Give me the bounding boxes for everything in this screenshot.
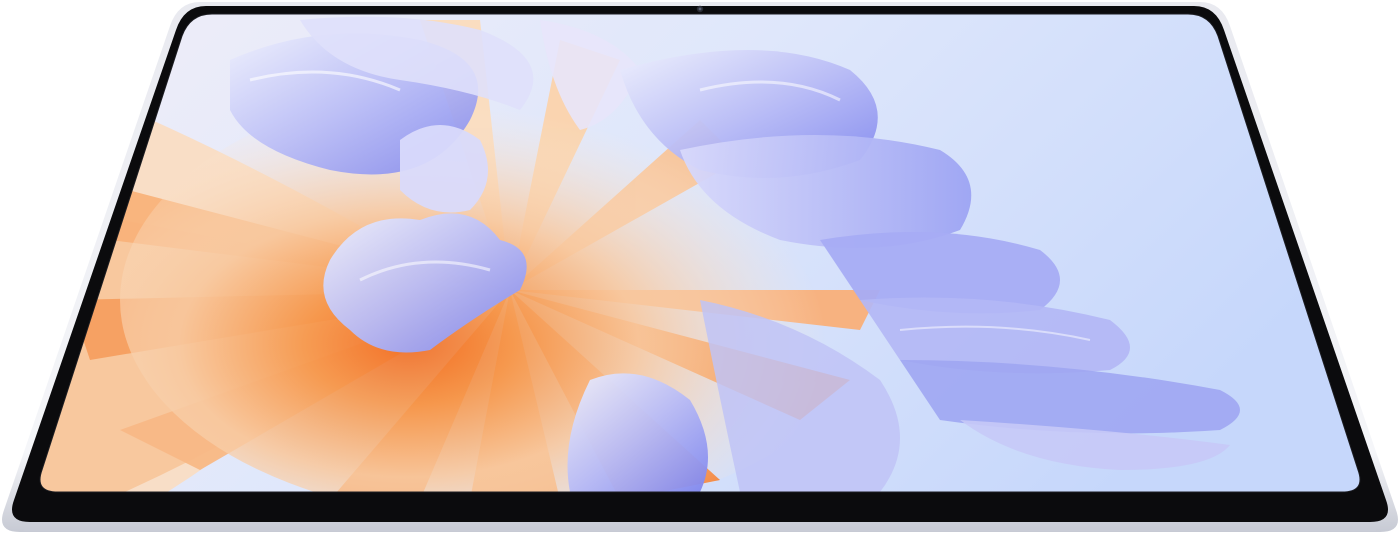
screen-wallpaper	[40, 14, 1360, 492]
product-image	[0, 0, 1400, 538]
tablet-illustration	[2, 2, 1398, 532]
